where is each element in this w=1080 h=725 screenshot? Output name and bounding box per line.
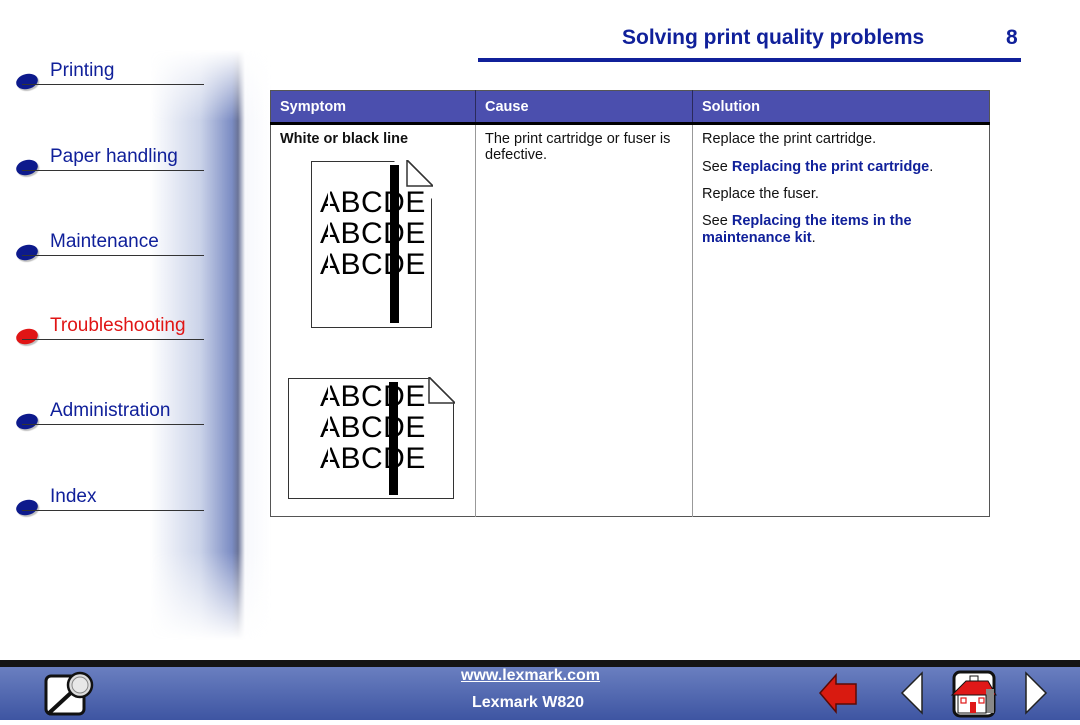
portrait-page-illustration: ABCDE ABCDE ABCDE bbox=[311, 160, 433, 328]
header-divider bbox=[478, 58, 1021, 62]
sample-text-line: ABCDE bbox=[320, 380, 426, 413]
search-icon[interactable] bbox=[42, 670, 98, 725]
landscape-page-illustration: ABCDE ABCDE ABCDE bbox=[288, 377, 455, 499]
sample-text-line: ABCDE bbox=[320, 217, 426, 250]
solution-see-reference: See Replacing the print cartridge. bbox=[702, 159, 980, 176]
column-header-solution: Solution bbox=[692, 90, 990, 125]
bullet-icon bbox=[14, 326, 40, 347]
sidebar-item-administration[interactable]: Administration bbox=[14, 400, 204, 432]
replacing-print-cartridge-link[interactable]: Replacing the print cartridge bbox=[732, 159, 929, 175]
divider bbox=[22, 255, 204, 256]
next-page-icon[interactable] bbox=[1022, 671, 1048, 720]
bullet-icon bbox=[14, 497, 40, 518]
solution-cell: Replace the print cartridge. See Replaci… bbox=[692, 123, 990, 517]
footer-bar: www.lexmark.com Lexmark W820 bbox=[0, 667, 1080, 720]
white-line-defect bbox=[328, 383, 330, 475]
divider bbox=[22, 84, 204, 85]
page-fold-icon bbox=[427, 377, 455, 405]
divider bbox=[22, 510, 204, 511]
replacing-maintenance-kit-link[interactable]: Replacing the items in the maintenance k… bbox=[702, 213, 912, 246]
sidebar-item-label: Administration bbox=[50, 400, 171, 421]
solution-step: Replace the fuser. bbox=[702, 186, 819, 202]
sidebar-item-label: Maintenance bbox=[50, 231, 159, 252]
sample-text-line: ABCDE bbox=[320, 186, 426, 219]
sample-text-line: ABCDE bbox=[320, 442, 426, 475]
table-header-row: Symptom Cause Solution bbox=[270, 90, 990, 125]
divider bbox=[22, 424, 204, 425]
see-suffix: . bbox=[811, 230, 816, 246]
sidebar-item-label: Printing bbox=[50, 60, 115, 81]
column-header-cause: Cause bbox=[475, 90, 693, 125]
sidebar-item-label: Index bbox=[50, 486, 97, 507]
symptom-text: White or black line bbox=[280, 131, 409, 147]
sample-text-line: ABCDE bbox=[320, 411, 426, 444]
sidebar-item-label: Troubleshooting bbox=[50, 315, 186, 336]
see-prefix: See bbox=[702, 213, 732, 229]
footer-divider bbox=[0, 660, 1080, 667]
sidebar-item-index[interactable]: Index bbox=[14, 486, 204, 518]
divider bbox=[22, 339, 204, 340]
bullet-icon bbox=[14, 157, 40, 178]
divider bbox=[22, 170, 204, 171]
see-prefix: See bbox=[702, 159, 732, 175]
sidebar-shading bbox=[0, 50, 272, 640]
sidebar-item-troubleshooting[interactable]: Troubleshooting bbox=[14, 315, 204, 347]
white-line-defect bbox=[328, 188, 330, 280]
solution-step: Replace the print cartridge. bbox=[702, 131, 877, 147]
page-number: 8 bbox=[1006, 26, 1018, 49]
black-line-defect bbox=[389, 382, 398, 495]
column-header-symptom: Symptom bbox=[270, 90, 476, 125]
bullet-icon bbox=[14, 71, 40, 92]
product-model: Lexmark W820 bbox=[472, 694, 585, 711]
bullet-icon bbox=[14, 411, 40, 432]
see-suffix: . bbox=[929, 159, 934, 175]
bullet-icon bbox=[14, 242, 40, 263]
back-arrow-icon[interactable] bbox=[818, 672, 860, 719]
sample-text-line: ABCDE bbox=[320, 248, 426, 281]
sidebar-item-printing[interactable]: Printing bbox=[14, 60, 204, 92]
lexmark-website-link[interactable]: www.lexmark.com bbox=[461, 667, 600, 685]
sidebar-item-paper-handling[interactable]: Paper handling bbox=[14, 146, 204, 178]
solution-see-reference: See Replacing the items in the maintenan… bbox=[702, 213, 962, 247]
home-icon[interactable] bbox=[940, 669, 1002, 724]
cause-cell: The print cartridge or fuser is defectiv… bbox=[475, 123, 693, 517]
previous-page-icon[interactable] bbox=[900, 671, 926, 720]
sidebar-item-maintenance[interactable]: Maintenance bbox=[14, 231, 204, 263]
page-title: Solving print quality problems bbox=[622, 26, 925, 49]
black-line-defect bbox=[390, 165, 399, 323]
cause-text: The print cartridge or fuser is defectiv… bbox=[485, 131, 671, 163]
sidebar-item-label: Paper handling bbox=[50, 146, 178, 167]
